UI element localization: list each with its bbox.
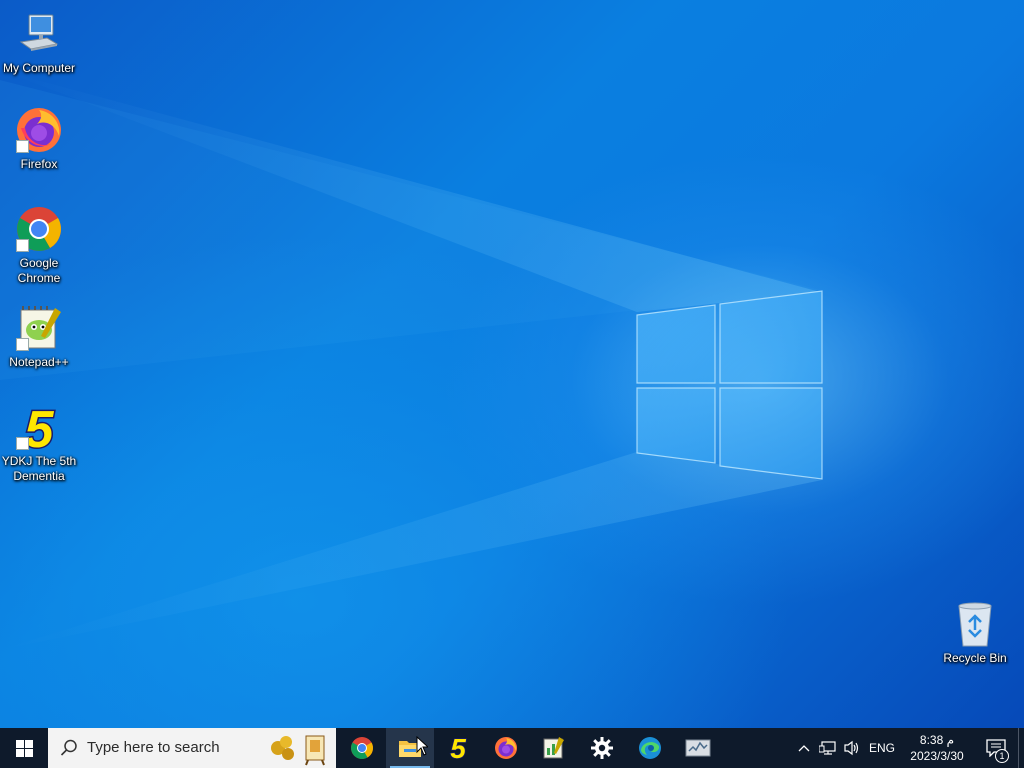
gear-icon (591, 737, 613, 759)
monitor-icon (685, 739, 711, 757)
svg-text:5: 5 (450, 735, 466, 761)
tray-overflow-button[interactable] (792, 728, 816, 768)
chrome-icon (351, 737, 373, 759)
start-button[interactable] (0, 728, 48, 768)
desktop-icon-label: YDKJ The 5th Dementia (1, 454, 77, 483)
taskbar-app-file-explorer[interactable] (386, 728, 434, 768)
search-highlight-doodle-icon (271, 735, 325, 766)
shortcut-arrow-icon (16, 437, 29, 450)
action-center-button[interactable]: 1 (974, 728, 1018, 768)
my-computer-icon (15, 10, 63, 58)
windows-start-icon (15, 739, 33, 757)
edge-icon (639, 737, 661, 759)
desktop[interactable]: My Computer Firefox Google Chrome Notepa… (0, 0, 1024, 728)
desktop-icon-label: Recycle Bin (943, 651, 1007, 665)
desktop-icon-label: Notepad++ (9, 355, 69, 369)
clock[interactable]: 8:38 م 2023/3/30 (900, 732, 974, 764)
tray-volume-button[interactable] (840, 728, 864, 768)
desktop-icon-notepadpp[interactable]: Notepad++ (0, 304, 78, 370)
taskbar-app-monitor[interactable] (674, 728, 722, 768)
system-tray: ENG 8:38 م 2023/3/30 1 (792, 728, 1024, 768)
taskbar-app-firefox[interactable] (482, 728, 530, 768)
notification-count-badge: 1 (995, 749, 1009, 763)
notepad-chart-icon (543, 737, 564, 759)
desktop-icon-label: My Computer (2, 61, 76, 75)
chevron-up-icon (798, 745, 810, 752)
shortcut-arrow-icon (16, 140, 29, 153)
taskbar: Type here to search 5 ENG 8:38 م 2023/3/… (0, 728, 1024, 768)
language-indicator[interactable]: ENG (864, 741, 900, 755)
notepadpp-icon (15, 304, 63, 352)
desktop-icon-my-computer[interactable]: My Computer (0, 10, 78, 76)
search-placeholder: Type here to search (87, 739, 220, 756)
taskbar-app-chrome[interactable] (338, 728, 386, 768)
taskbar-apps: 5 (338, 728, 722, 768)
taskbar-app-settings[interactable] (578, 728, 626, 768)
taskbar-app-edge[interactable] (626, 728, 674, 768)
desktop-icon-label: Firefox (20, 157, 58, 171)
taskbar-app-ydkj[interactable]: 5 (434, 728, 482, 768)
firefox-icon (15, 106, 63, 154)
chrome-icon (15, 205, 63, 253)
show-desktop-button[interactable] (1018, 728, 1024, 768)
svg-text:5: 5 (25, 403, 55, 451)
search-box[interactable]: Type here to search (48, 728, 336, 768)
desktop-icon-recycle-bin[interactable]: Recycle Bin (936, 600, 1014, 666)
shortcut-arrow-icon (16, 239, 29, 252)
wallpaper (0, 70, 823, 650)
network-icon (819, 741, 836, 755)
shortcut-arrow-icon (16, 338, 29, 351)
recycle-bin-icon (951, 600, 999, 648)
mouse-cursor-icon (416, 736, 428, 756)
firefox-icon (495, 737, 517, 759)
taskbar-app-editor[interactable] (530, 728, 578, 768)
tray-network-button[interactable] (816, 728, 840, 768)
desktop-icon-ydkj[interactable]: 5 YDKJ The 5th Dementia (0, 403, 78, 484)
desktop-icon-chrome[interactable]: Google Chrome (0, 205, 78, 286)
desktop-icon-label: Google Chrome (17, 256, 61, 285)
volume-icon (844, 740, 859, 756)
ydkj-icon: 5 (15, 403, 63, 451)
desktop-icon-firefox[interactable]: Firefox (0, 106, 78, 172)
clock-date: 2023/3/30 (910, 749, 964, 763)
clock-time: 8:38 م (919, 733, 955, 747)
windows-logo (636, 290, 823, 480)
ydkj-icon: 5 (449, 735, 467, 761)
search-icon (60, 739, 77, 756)
